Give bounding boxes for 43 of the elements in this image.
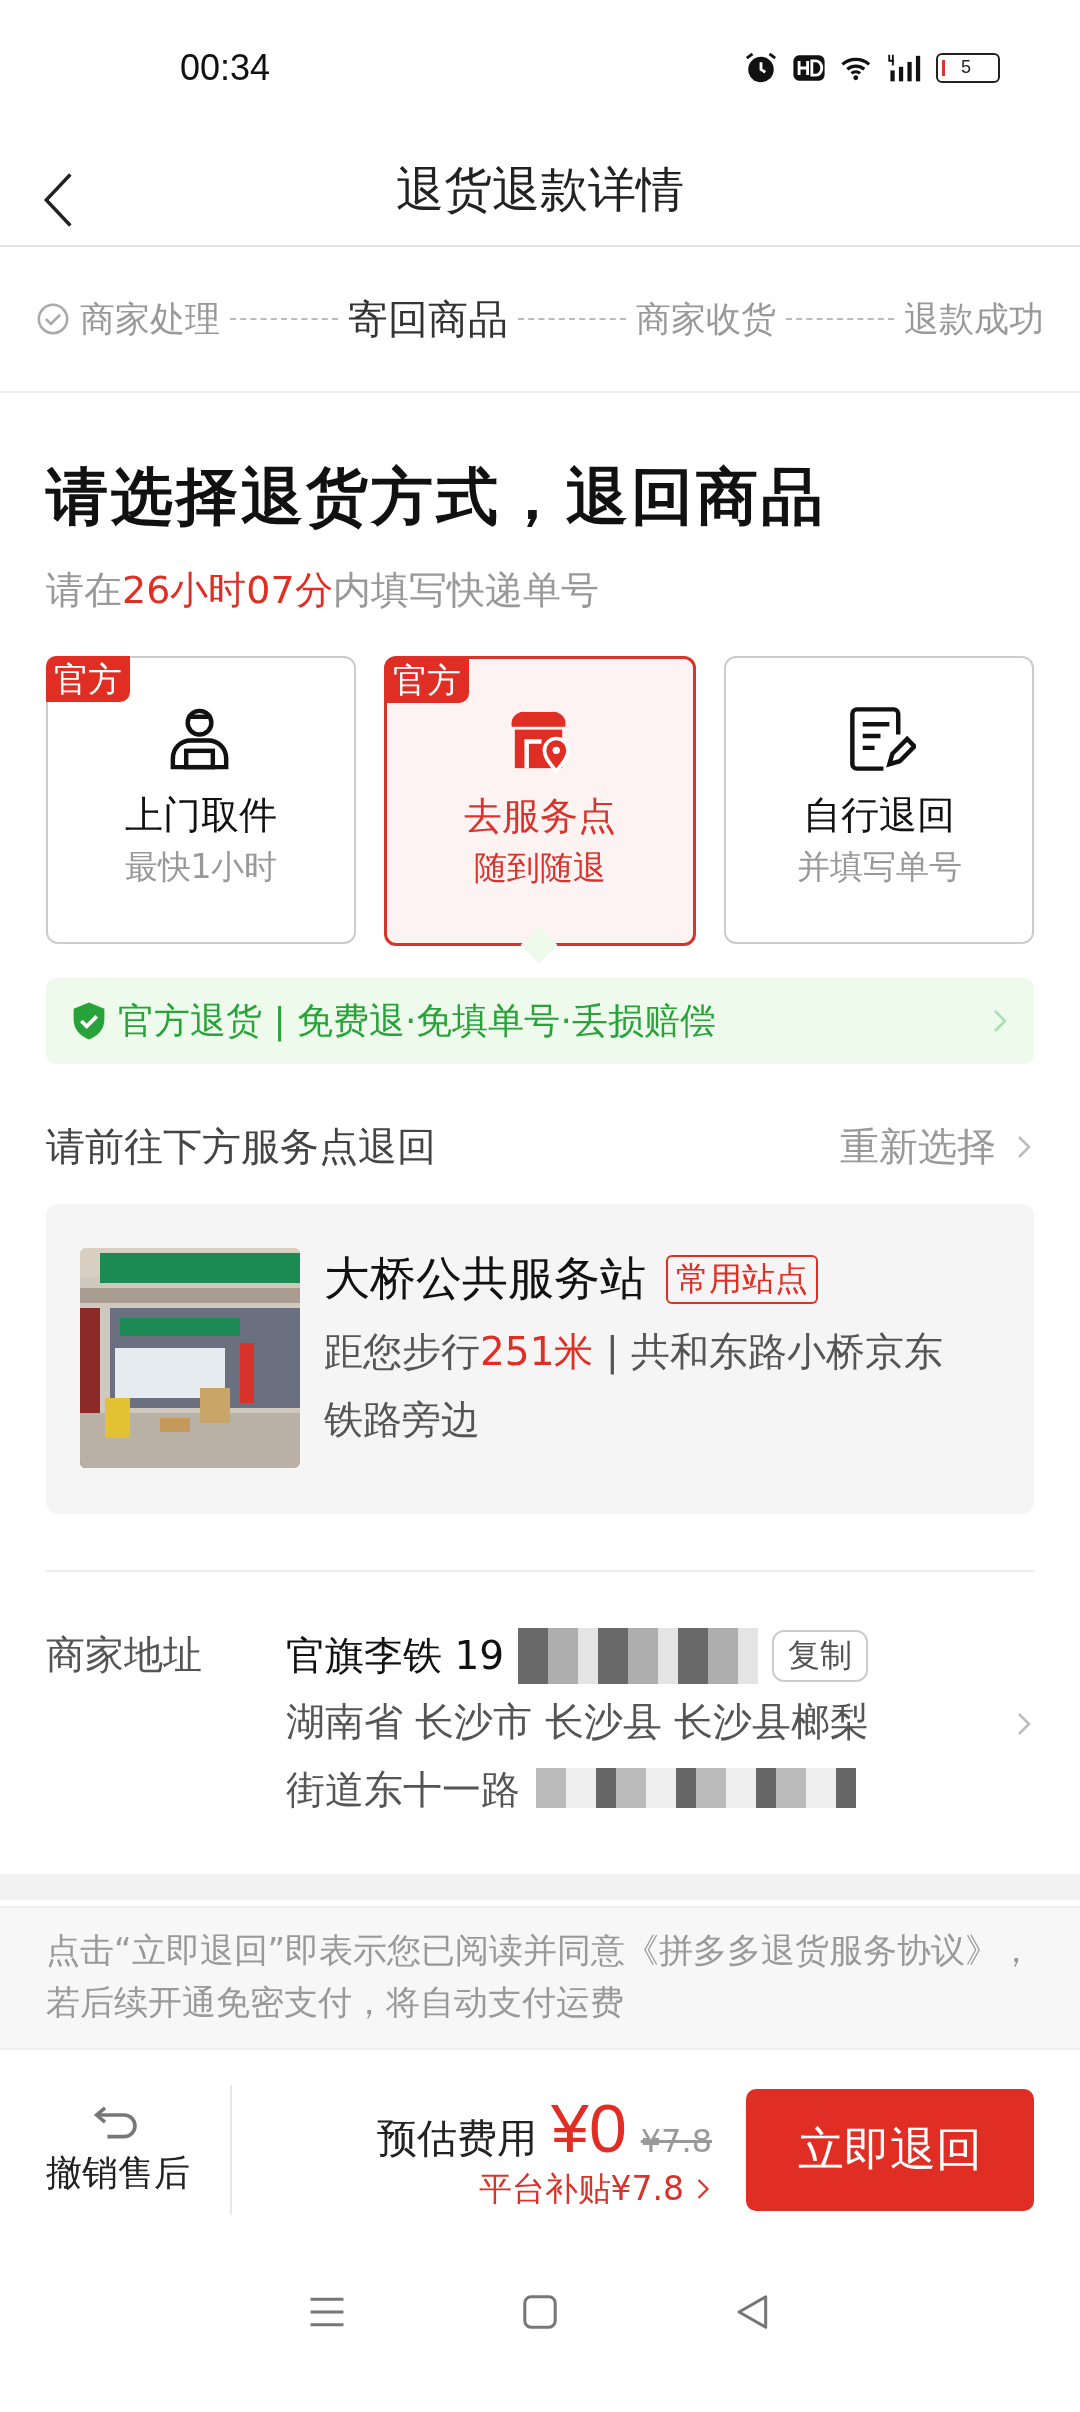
cancel-label: 撤销售后 <box>46 2150 190 2195</box>
return-now-button[interactable]: 立即退回 <box>746 2089 1034 2211</box>
station-address: 距您步行251米 | 共和东路小桥京东铁路旁边 <box>324 1328 945 1444</box>
cancel-after-sale-button[interactable]: 撤销售后 <box>46 2085 232 2215</box>
alarm-icon <box>744 50 778 85</box>
progress-step: 商家处理 <box>80 295 220 343</box>
merchant-address: 湖南省 长沙市 长沙县 长沙县榔梨 <box>286 1698 870 1746</box>
copy-button[interactable]: 复制 <box>772 1630 869 1682</box>
reselect-label: 重新选择 <box>840 1123 996 1171</box>
home-icon[interactable] <box>521 2293 559 2331</box>
subsidy-label: 平台补贴¥7.8 <box>478 2167 684 2210</box>
method-title: 去服务点 <box>464 793 616 840</box>
original-fee: ¥7.8 <box>640 2121 712 2160</box>
method-title: 上门取件 <box>125 792 277 839</box>
official-return-banner[interactable]: 官方退货 | 免费退·免填单号·丢损赔偿 <box>46 978 1034 1064</box>
method-subtitle: 最快1小时 <box>124 846 278 888</box>
field-label: 商家地址 <box>46 1631 203 1679</box>
merchant-address: 街道东十一路 <box>286 1766 520 1814</box>
return-method-card[interactable]: 自行退回 并填写单号 <box>724 656 1034 944</box>
fee-amount: ¥0 <box>551 2088 627 2167</box>
subsidy-link[interactable]: 平台补贴¥7.8 <box>478 2166 712 2212</box>
battery-level: 5 <box>961 57 971 78</box>
station-tag: 常用站点 <box>666 1254 818 1304</box>
section-title: 请前往下方服务点退回 <box>46 1123 436 1171</box>
merchant-contact: 官旗李铁 19 <box>286 1632 505 1680</box>
method-subtitle: 并填写单号 <box>796 846 962 888</box>
status-time: 00:34 <box>180 46 271 89</box>
method-title: 自行退回 <box>803 792 955 839</box>
progress-step: 商家收货 <box>636 295 776 343</box>
official-badge: 官方 <box>385 657 469 703</box>
agreement-text: 点击“立即退回”即表示您已阅读并同意《拼多多退货服务协议》，若后续开通免密支付，将自动支付运费 <box>0 1906 1080 2050</box>
official-badge: 官方 <box>46 656 130 702</box>
deadline-text: 请在26小时07分内填写快递单号 <box>46 567 600 614</box>
method-subtitle: 随到随退 <box>474 847 606 889</box>
progress-step: 退款成功 <box>904 295 1044 343</box>
reselect-link[interactable]: 重新选择 <box>840 1120 1034 1174</box>
progress-step: 寄回商品 <box>348 291 508 347</box>
return-method-card[interactable]: 官方 上门取件 最快1小时 <box>46 656 356 944</box>
section-heading: 请选择退货方式，退回商品 <box>46 459 827 535</box>
banner-text: 官方退货 | 免费退·免填单号·丢损赔偿 <box>118 998 717 1044</box>
page-title: 退货退款详情 <box>396 160 684 219</box>
station-name: 大桥公共服务站 <box>324 1250 646 1307</box>
fee-label: 预估费用 <box>377 2113 538 2163</box>
